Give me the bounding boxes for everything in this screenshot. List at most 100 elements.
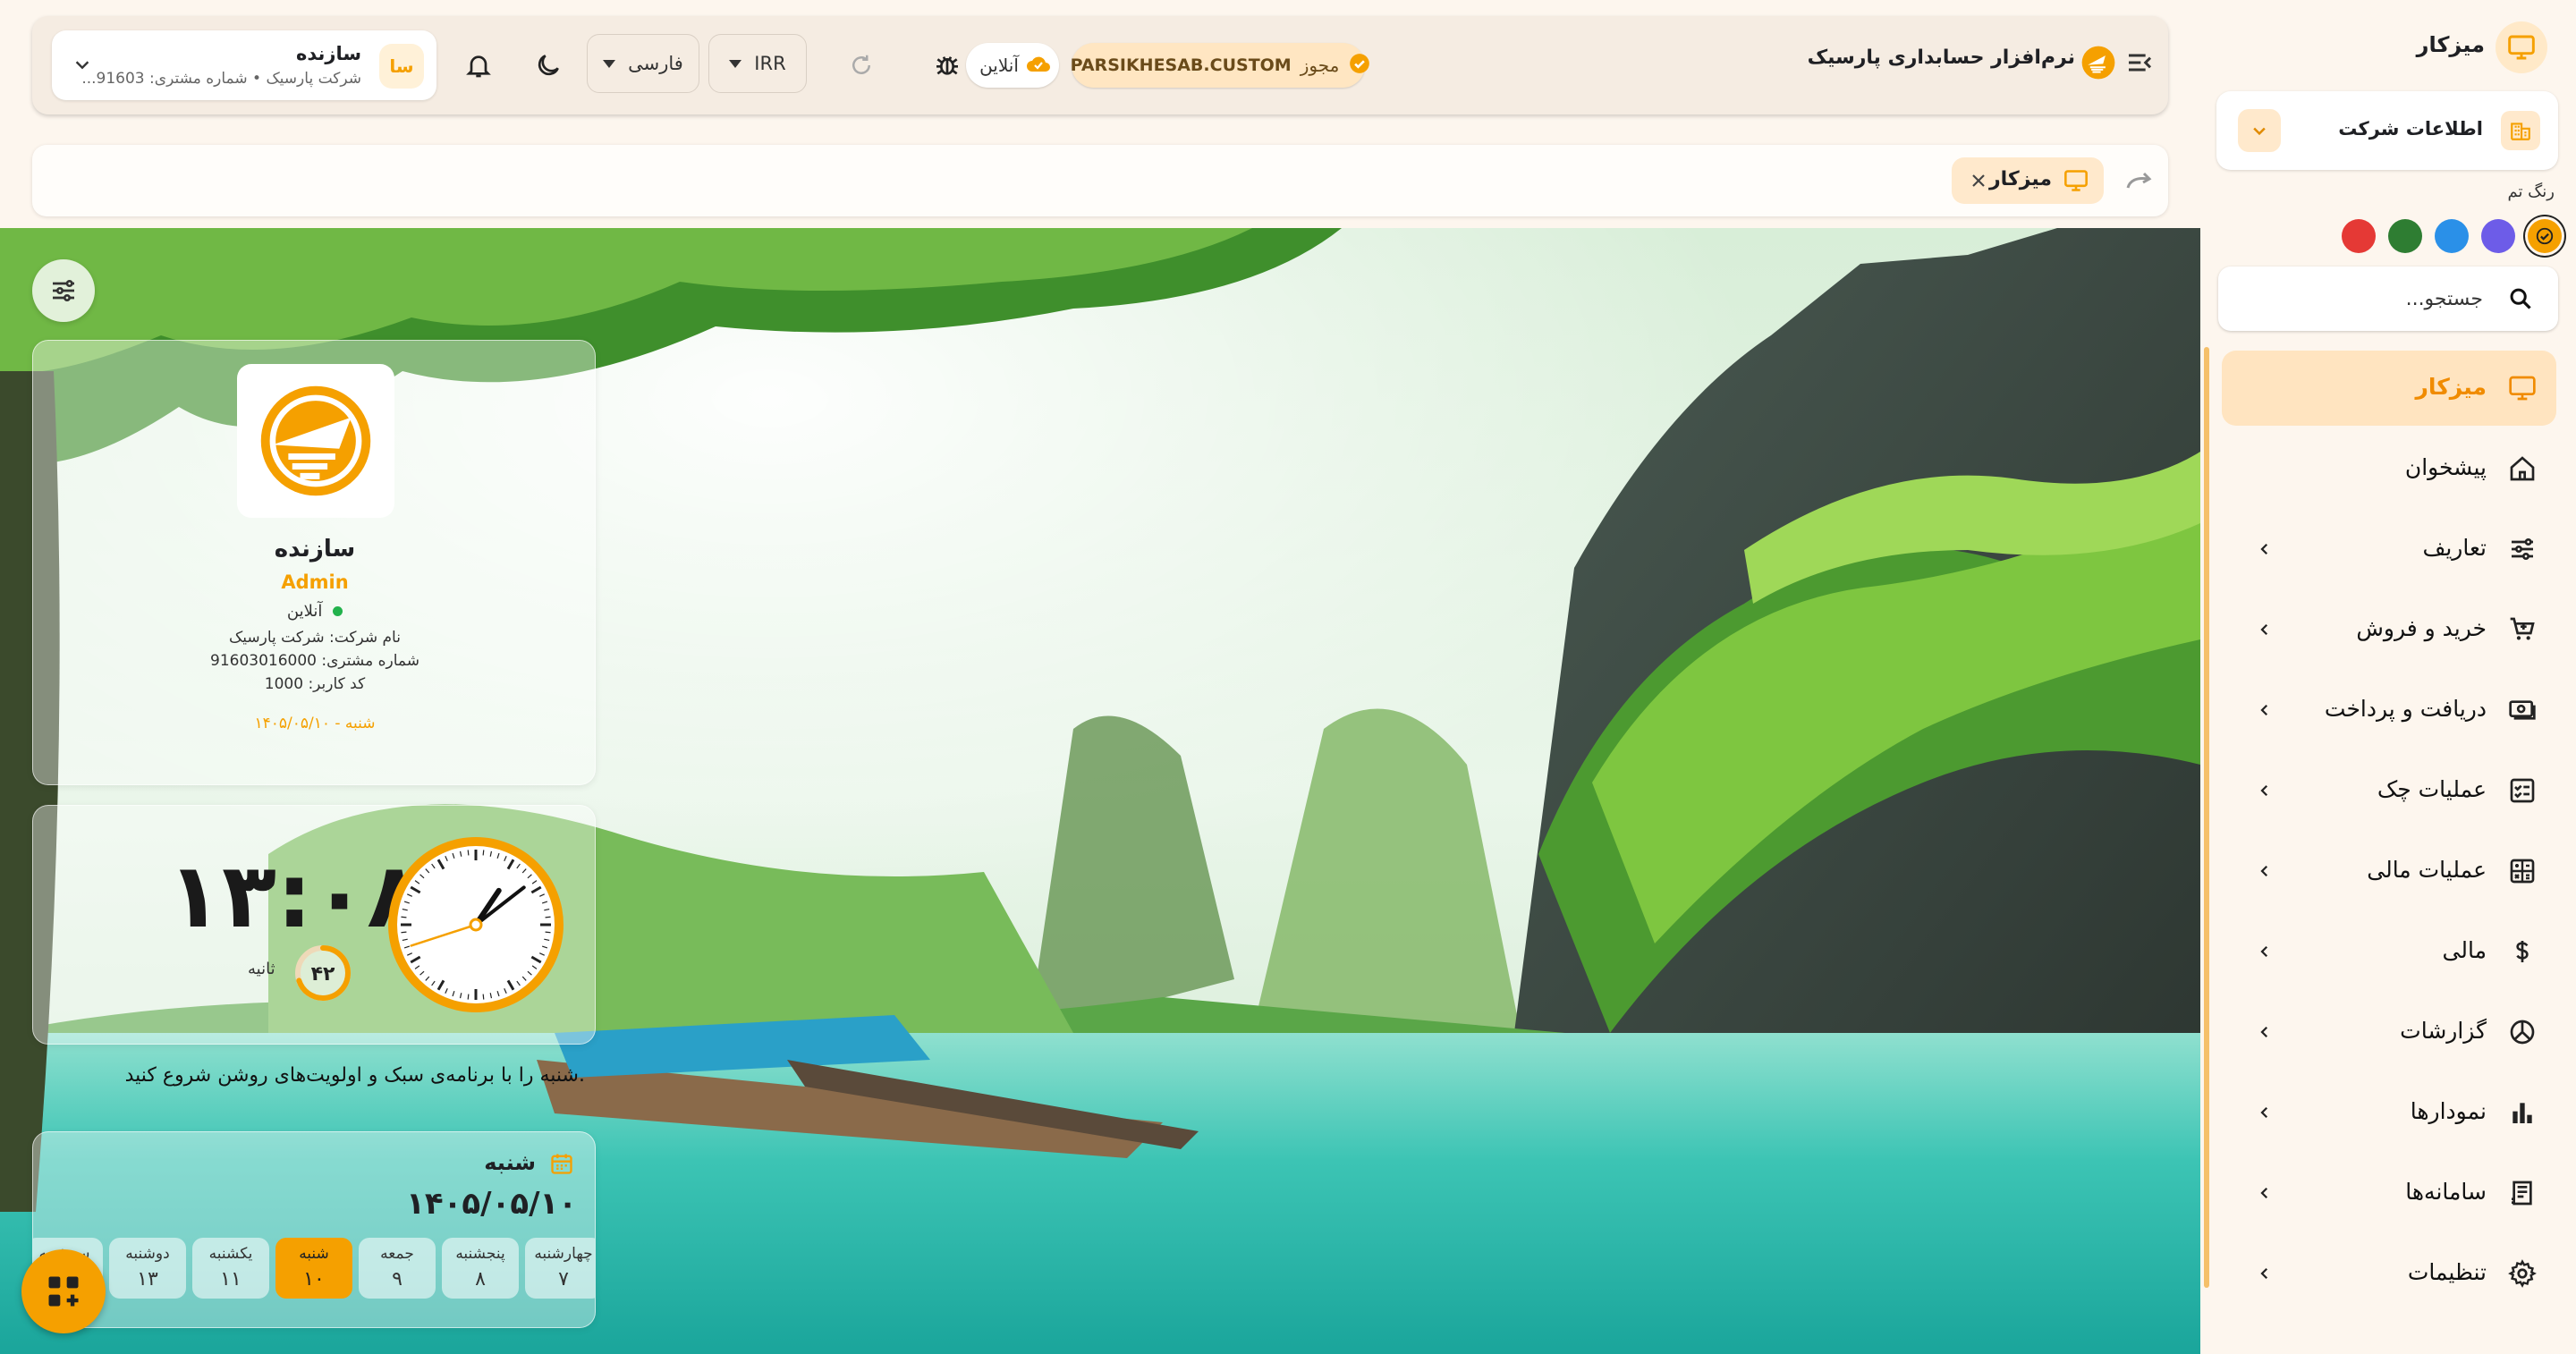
tab-bar: میزکار <box>32 145 2168 216</box>
sidebar-search <box>2218 267 2558 331</box>
user-role: Admin <box>281 571 349 593</box>
theme-toggle-button[interactable] <box>519 36 578 95</box>
calendar-day-number: ۱۱ <box>220 1268 242 1291</box>
theme-color-label: رنگ تم <box>2507 182 2555 201</box>
sidebar-item-label: عملیات مالی <box>2367 857 2487 883</box>
chevron-left-icon <box>2250 696 2279 724</box>
collapse-menu-button[interactable] <box>2118 41 2161 84</box>
sidebar-item-cash[interactable]: دریافت و پرداخت <box>2222 673 2556 748</box>
close-icon <box>1970 173 1987 189</box>
sidebar-item-label: پیشخوان <box>2404 454 2487 480</box>
calendar-day-today[interactable]: شنبه ۱۰ <box>275 1238 352 1299</box>
clock-tick <box>401 916 407 918</box>
sidebar-item-label: عملیات چک <box>2377 776 2487 802</box>
license-prefix: مجوز <box>1300 55 1340 76</box>
tab-dashboard[interactable]: میزکار <box>1952 157 2104 204</box>
calendar-day-name: جمعه <box>380 1245 414 1263</box>
license-code: PARSIKHESAB.CUSTOM <box>1070 55 1292 75</box>
building-icon <box>2501 111 2540 150</box>
currency-select[interactable]: IRR <box>708 34 807 93</box>
company-info-selector[interactable]: اطلاعات شرکت <box>2216 91 2558 170</box>
calendar-day[interactable]: چهارشنبه ۷ <box>525 1238 595 1299</box>
sidebar-item-cart[interactable]: خرید و فروش <box>2222 592 2556 667</box>
clock-widget: ۱۳:۰۸ ثانیه ۴۲ <box>32 805 596 1045</box>
sidebar-item-label: مالی <box>2442 937 2487 963</box>
theme-color-swatch[interactable] <box>2528 219 2562 253</box>
profile-menu[interactable]: سازنده شرکت پارسیک • شماره مشتری: 91603.… <box>52 30 436 100</box>
sidebar-item-pie[interactable]: گزارشات <box>2222 994 2556 1070</box>
user-code: کد کاربر: 1000 <box>264 675 366 693</box>
sidebar-item-label: دریافت و پرداخت <box>2324 696 2487 722</box>
check-icon <box>2535 226 2555 246</box>
cash-icon <box>2506 694 2538 726</box>
apps-launcher-button[interactable] <box>21 1249 106 1333</box>
user-name: سازنده <box>274 536 356 563</box>
theme-color-swatch[interactable] <box>2435 219 2469 253</box>
calendar-day-name: چهارشنبه <box>534 1245 593 1263</box>
sidebar-item-dollar[interactable]: مالی <box>2222 914 2556 989</box>
company-logo-icon <box>260 385 371 496</box>
chevron-left-icon <box>2250 1098 2279 1127</box>
redo-button[interactable] <box>2122 163 2157 199</box>
sidebar-item-bar-chart[interactable]: نمودارها <box>2222 1075 2556 1150</box>
calendar-day[interactable]: جمعه ۹ <box>359 1238 436 1299</box>
bell-icon <box>464 51 493 80</box>
sidebar-item-gear[interactable]: تنظیمات <box>2222 1236 2556 1311</box>
widget-settings-button[interactable] <box>32 259 95 322</box>
theme-color-swatch[interactable] <box>2388 219 2422 253</box>
seconds-ring: ۴۲ <box>295 945 351 1001</box>
chevron-left-icon <box>2250 1259 2279 1288</box>
calendar-day[interactable]: یکشنبه ۱۱ <box>192 1238 269 1299</box>
company-logo <box>237 364 394 518</box>
clock-tick <box>482 994 485 1000</box>
clock-tick <box>545 931 551 934</box>
company-info-label: اطلاعات شرکت <box>2338 118 2483 140</box>
refresh-button[interactable] <box>832 36 891 95</box>
profile-name: سازنده <box>295 43 361 64</box>
chevron-down-icon <box>2238 109 2281 152</box>
notifications-button[interactable] <box>449 36 508 95</box>
sidebar-item-check-doc[interactable]: عملیات چک <box>2222 753 2556 828</box>
sidebar-item-monitor[interactable]: میزکار <box>2222 351 2556 426</box>
chevron-left-icon <box>2250 776 2279 805</box>
sidebar-item-calculator[interactable]: عملیات مالی <box>2222 834 2556 909</box>
pie-icon <box>2506 1016 2538 1048</box>
calendar-weekday: شنبه <box>484 1150 536 1175</box>
sidebar-scrollbar[interactable] <box>2204 347 2209 1288</box>
theme-color-swatch[interactable] <box>2481 219 2515 253</box>
online-dot-icon <box>333 606 343 616</box>
chevron-left-icon <box>2250 937 2279 966</box>
calendar-day-name: یکشنبه <box>208 1245 253 1263</box>
home-icon <box>2506 453 2538 485</box>
menu-collapse-icon <box>2125 48 2154 77</box>
language-label: فارسی <box>628 53 683 74</box>
desktop-area: سازنده Admin آنلاین نام شرکت: شرکت پارسی… <box>0 228 2200 1354</box>
calendar-day-number: ۱۰ <box>303 1268 325 1291</box>
refresh-icon <box>848 52 875 79</box>
sidebar: میزکار اطلاعات شرکت رنگ تم میزکار پیشخوان… <box>2202 0 2576 1354</box>
receipt-icon <box>2506 1177 2538 1209</box>
company-name: نام شرکت: شرکت پارسیک <box>229 629 401 647</box>
calendar-day-name: دوشنبه <box>125 1245 170 1263</box>
sidebar-title: میزکار <box>2416 32 2485 57</box>
redo-icon <box>2124 170 2155 191</box>
sidebar-item-receipt[interactable]: سامانه‌ها <box>2222 1155 2556 1231</box>
calendar-day-name: شنبه <box>299 1245 329 1263</box>
clock-tick <box>467 850 470 856</box>
calendar-day[interactable]: دوشنبه ۱۳ <box>109 1238 186 1299</box>
calendar-widget: شنبه ۱۴۰۵/۰۵/۱۰ سه‌شنبه۱۴دوشنبه۱۳یکشنبه۱… <box>32 1131 596 1328</box>
sidebar-item-label: گزارشات <box>2400 1018 2487 1044</box>
avatar: سا <box>379 44 424 89</box>
monitor-icon <box>2506 372 2538 404</box>
sidebar-item-home[interactable]: پیشخوان <box>2222 431 2556 506</box>
calendar-day[interactable]: پنجشنبه ۸ <box>442 1238 519 1299</box>
customer-number: شماره مشتری: 91603016000 <box>210 652 419 670</box>
search-input[interactable] <box>2218 267 2558 331</box>
sidebar-item-sliders[interactable]: تعاریف <box>2222 512 2556 587</box>
daily-motto: شنبه را با برنامه‌ی سبک و اولویت‌های روش… <box>124 1064 585 1087</box>
sidebar-item-label: میزکار <box>2415 374 2487 400</box>
user-status-label: آنلاین <box>286 602 323 621</box>
theme-color-swatch[interactable] <box>2342 219 2376 253</box>
tab-close-button[interactable] <box>1966 168 1991 193</box>
language-select[interactable]: فارسی <box>587 34 699 93</box>
